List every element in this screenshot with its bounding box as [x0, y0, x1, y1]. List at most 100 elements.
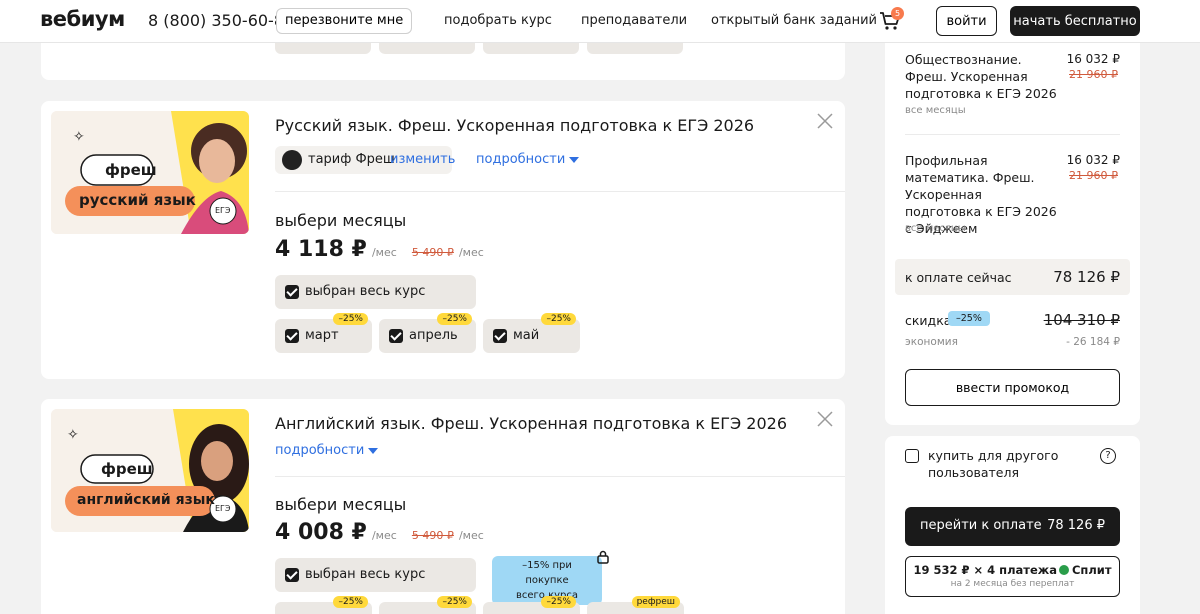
- divider: [275, 191, 845, 192]
- per-month: /мес: [371, 246, 397, 259]
- summary-item-title: Обществознание. Фреш. Ускоренная подгото…: [905, 52, 1057, 101]
- months-heading: выбери месяцы: [275, 495, 407, 514]
- cart-count-badge: 5: [891, 7, 904, 20]
- gift-label[interactable]: купить для другого пользователя: [928, 447, 1078, 481]
- details-label: подробности: [476, 152, 566, 167]
- logo[interactable]: вебиум: [40, 7, 125, 31]
- site-header: вебиум 8 (800) 350-60-87 перезвоните мне…: [0, 0, 1200, 43]
- svg-text:✧: ✧: [67, 427, 79, 443]
- help-icon[interactable]: ?: [1100, 448, 1116, 464]
- month-chip[interactable]: –25%: [483, 596, 580, 614]
- summary-item-price: 16 032 ₽: [1066, 52, 1120, 66]
- price-row: 4 118 ₽ /мес 5 490 ₽ /мес: [275, 237, 484, 262]
- chevron-down-icon: [368, 447, 379, 454]
- go-pay-value: 78 126 ₽: [1047, 518, 1105, 533]
- month-chip-april[interactable]: апрель –25%: [379, 313, 476, 353]
- split-subtitle: на 2 месяца без переплат: [950, 579, 1075, 589]
- course-image-subject: английский язык: [77, 492, 215, 508]
- discount-badge: –25%: [333, 313, 368, 325]
- course-image-brand: фреш: [101, 460, 153, 478]
- price: 4 118 ₽: [275, 237, 367, 262]
- split-payment-button[interactable]: 19 532 ₽ × 4 платежа Сплит на 2 месяца бе…: [905, 556, 1120, 597]
- course-image-exam: ЕГЭ: [215, 504, 231, 513]
- old-price: 5 490 ₽: [411, 529, 454, 542]
- checkbox-checked[interactable]: [285, 329, 299, 343]
- old-price: 5 490 ₽: [411, 246, 454, 259]
- whole-course-chip[interactable]: выбран весь курс: [275, 558, 476, 592]
- discount-old-total: 104 310 ₽: [1043, 311, 1120, 329]
- close-icon[interactable]: [817, 113, 833, 129]
- svg-text:✧: ✧: [73, 129, 85, 145]
- economy-value: - 26 184 ₽: [1066, 336, 1120, 348]
- month-label: апрель: [409, 328, 458, 343]
- nav-task-bank[interactable]: открытый банк заданий: [711, 13, 877, 28]
- months-heading: выбери месяцы: [275, 211, 407, 230]
- discount-badge: –25%: [333, 596, 368, 608]
- per-month: /мес: [371, 529, 397, 542]
- discount-badge: –25%: [541, 596, 576, 608]
- details-toggle[interactable]: подробности: [476, 152, 580, 167]
- checkbox-checked[interactable]: [389, 329, 403, 343]
- split-main: 19 532 ₽ × 4 платежа Сплит: [906, 563, 1119, 577]
- old-per-month: /мес: [458, 246, 484, 259]
- order-summary: Обществознание. Фреш. Ускоренная подгото…: [885, 0, 1140, 425]
- phone-number[interactable]: 8 (800) 350-60-87: [148, 11, 294, 30]
- nav-teachers[interactable]: преподаватели: [581, 13, 687, 28]
- discount-label: скидка: [905, 313, 952, 328]
- discount-badge: –25%: [437, 596, 472, 608]
- refresh-badge: рефреш: [631, 596, 680, 608]
- callback-button[interactable]: перезвоните мне: [276, 8, 413, 34]
- checkbox-checked[interactable]: [285, 285, 299, 299]
- summary-item-months: все месяцы: [905, 105, 966, 116]
- chevron-down-icon: [569, 156, 580, 163]
- month-label: май: [513, 328, 540, 343]
- lock-icon: [597, 550, 609, 564]
- month-label: март: [305, 328, 339, 343]
- divider: [275, 476, 845, 477]
- discount-badge: –25%: [437, 313, 472, 325]
- price: 4 008 ₽: [275, 520, 367, 545]
- tariff-change-link[interactable]: изменить: [390, 152, 455, 167]
- go-to-payment-button[interactable]: перейти к оплате 78 126 ₽: [905, 507, 1120, 546]
- tariff-icon: [282, 150, 302, 170]
- month-chip-march[interactable]: март –25%: [275, 313, 372, 353]
- course-image-exam: ЕГЭ: [215, 206, 231, 215]
- promo-line-1: –15% при покупке: [522, 560, 572, 586]
- whole-course-chip[interactable]: выбран весь курс: [275, 275, 476, 309]
- checkout-panel: купить для другого пользователя ? перейт…: [885, 436, 1140, 614]
- pay-now-label: к оплате сейчас: [905, 270, 1012, 285]
- course-title: Русский язык. Фреш. Ускоренная подготовк…: [275, 116, 755, 135]
- go-pay-label: перейти к оплате: [920, 518, 1042, 533]
- pay-now-value: 78 126 ₽: [1053, 268, 1120, 286]
- checkbox-checked[interactable]: [285, 568, 299, 582]
- split-brand: Сплит: [1071, 563, 1112, 577]
- course-card-russian: ✧ фреш русский язык ЕГЭ Русский язык. Фр…: [41, 101, 845, 379]
- details-toggle[interactable]: подробности: [275, 443, 379, 458]
- divider: [905, 134, 1120, 135]
- month-chip-may[interactable]: май –25%: [483, 313, 580, 353]
- course-title: Английский язык. Фреш. Ускоренная подгот…: [275, 414, 787, 433]
- month-chip[interactable]: –25%: [275, 596, 372, 614]
- course-card-english: ✧ фреш английский язык ЕГЭ Английский яз…: [41, 399, 845, 614]
- tariff-selector: тариф Фреш изменить: [275, 146, 455, 174]
- checkbox-checked[interactable]: [493, 329, 507, 343]
- month-chip[interactable]: рефреш: [587, 596, 684, 614]
- whole-course-label: выбран весь курс: [305, 284, 426, 299]
- whole-course-label: выбран весь курс: [305, 567, 426, 582]
- month-chip[interactable]: –25%: [379, 596, 476, 614]
- discount-badge: –25%: [541, 313, 576, 325]
- login-button[interactable]: войти: [936, 6, 997, 36]
- nav-pick-course[interactable]: подобрать курс: [444, 13, 552, 28]
- tariff-label: тариф Фреш: [308, 152, 395, 167]
- gift-checkbox[interactable]: [905, 449, 919, 463]
- pay-now-row: к оплате сейчас 78 126 ₽: [895, 259, 1130, 295]
- discount-badge: –25%: [948, 311, 990, 326]
- close-icon[interactable]: [817, 411, 833, 427]
- split-logo-icon: [1058, 565, 1069, 575]
- start-free-button[interactable]: начать бесплатно: [1010, 6, 1140, 36]
- summary-item-old-price: 21 960 ₽: [1069, 169, 1118, 182]
- summary-item-old-price: 21 960 ₽: [1069, 68, 1118, 81]
- promo-code-button[interactable]: ввести промокод: [905, 369, 1120, 406]
- course-image-english: ✧ фреш английский язык ЕГЭ: [51, 409, 249, 532]
- course-image-subject: русский язык: [79, 191, 196, 209]
